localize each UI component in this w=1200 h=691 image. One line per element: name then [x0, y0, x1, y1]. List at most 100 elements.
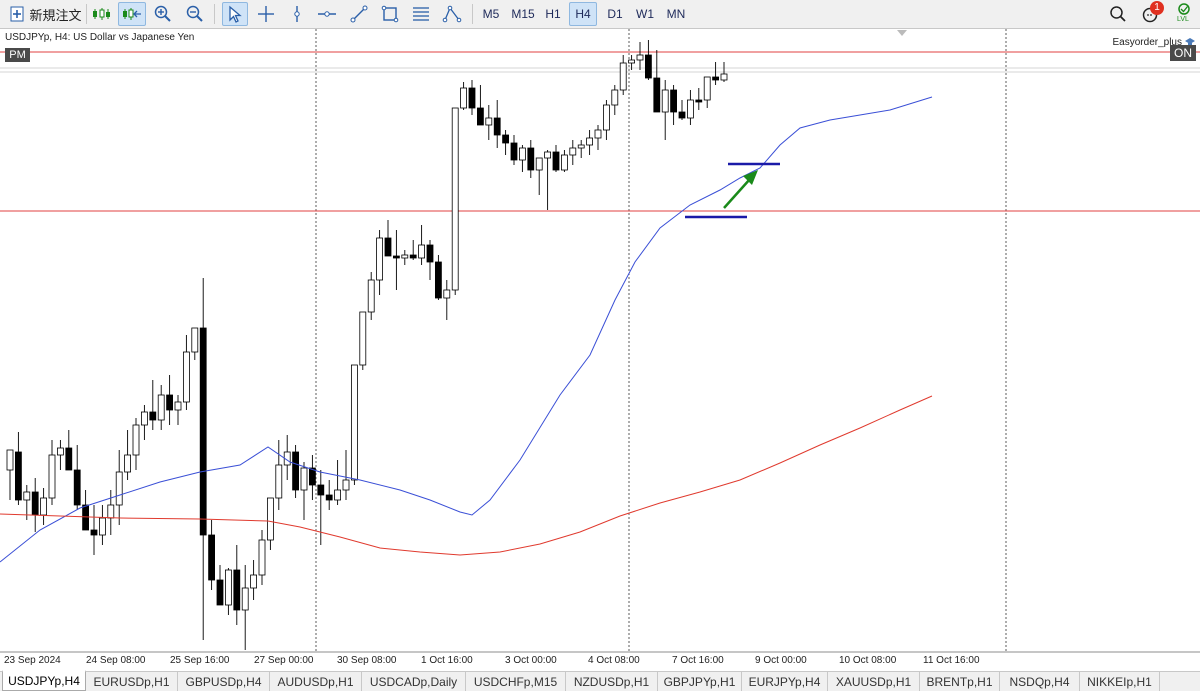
search-button[interactable]	[1107, 2, 1129, 26]
chart-tab-brentp-h1[interactable]: BRENTp,H1	[920, 672, 1000, 691]
bullish-candle	[720, 73, 728, 81]
timeframe-w1-button[interactable]: W1	[632, 2, 658, 26]
date-axis-label: 30 Sep 08:00	[337, 655, 397, 666]
timeframe-label: M15	[511, 7, 535, 21]
chart-tab-eurusdp-h1[interactable]: EURUSDp,H1	[86, 672, 178, 691]
chart-tab-usdjpyp-h4[interactable]: USDJPYp,H4	[2, 670, 86, 691]
bullish-candle	[418, 244, 426, 259]
new-order-button[interactable]: 新規注文	[8, 2, 84, 26]
bullish-candle	[703, 76, 711, 101]
moving-average-slow	[0, 395, 933, 556]
shapes-icon	[442, 5, 462, 23]
chart-tab-xauusdp-h1[interactable]: XAUUSDp,H1	[828, 672, 920, 691]
bullish-candle	[342, 479, 350, 491]
cursor-tool-button[interactable]	[222, 2, 248, 26]
bearish-candle	[82, 504, 89, 531]
toolbar: 新規注文 M5 M15 H1 H4 D1 W1 MN 1 LVL	[0, 0, 1200, 29]
bearish-candle	[670, 89, 677, 113]
date-axis-label: 24 Sep 08:00	[86, 655, 146, 666]
bearish-candle	[502, 134, 510, 144]
chart-tab-nzdusdp-h1[interactable]: NZDUSDp,H1	[566, 672, 658, 691]
autotrading-button[interactable]	[90, 2, 114, 26]
timeframe-label: D1	[607, 7, 623, 21]
bearish-candle	[73, 469, 81, 506]
bearish-candle	[14, 451, 22, 501]
level-button[interactable]: LVL	[1172, 2, 1196, 26]
search-icon	[1110, 6, 1126, 22]
bullish-candle	[544, 151, 551, 159]
timeframe-d1-button[interactable]: D1	[602, 2, 628, 26]
bullish-candle	[124, 454, 131, 473]
bullish-candle	[191, 327, 199, 353]
bearish-candle	[325, 494, 333, 501]
chart-tab-nsdqp-h4[interactable]: NSDQp,H4	[1000, 672, 1080, 691]
fibonacci-icon	[413, 7, 429, 21]
timeframe-m5-button[interactable]: M5	[478, 2, 504, 26]
chart-shift-button[interactable]	[118, 2, 146, 26]
horizontal-line-tool-button[interactable]	[316, 2, 338, 26]
bearish-candle	[166, 394, 174, 411]
chart-tab-usdcadp-daily[interactable]: USDCADp,Daily	[362, 672, 466, 691]
chart-canvas[interactable]	[0, 29, 1200, 671]
crosshair-tool-button[interactable]	[255, 2, 277, 26]
chart-tab-usdchfp-m15[interactable]: USDCHFp,M15	[466, 672, 566, 691]
bearish-candle	[527, 147, 535, 171]
zoom-in-button[interactable]	[152, 2, 174, 26]
timeframe-mn-button[interactable]: MN	[662, 2, 690, 26]
timeframe-h1-button[interactable]: H1	[541, 2, 565, 26]
bullish-candle	[451, 107, 459, 291]
bullish-candle	[182, 351, 190, 403]
bullish-candle	[603, 104, 610, 131]
bearish-candle	[149, 411, 157, 421]
date-axis-label: 1 Oct 16:00	[421, 655, 473, 666]
chart-tab-eurjpyp-h4[interactable]: EURJPYp,H4	[742, 672, 828, 691]
bearish-candle	[317, 484, 325, 496]
bearish-candle	[434, 261, 442, 299]
new-order-label: 新規注文	[29, 7, 82, 23]
timeframe-m15-button[interactable]: M15	[508, 2, 538, 26]
bullish-candle	[250, 574, 258, 589]
zoom-out-button[interactable]	[184, 2, 206, 26]
bullish-candle	[519, 147, 526, 161]
bullish-candle	[132, 424, 140, 456]
bearish-candle	[392, 255, 400, 259]
chart-tabs-bar: USDJPYp,H4 EURUSDp,H1 GBPUSDp,H4 AUDUSDp…	[0, 670, 1200, 691]
chart-tab-gbpjpyp-h1[interactable]: GBPJPYp,H1	[658, 672, 742, 691]
date-axis-label: 23 Sep 2024	[4, 655, 61, 666]
bullish-candle	[140, 411, 148, 426]
bearish-candle	[493, 117, 501, 136]
bullish-candle	[115, 471, 123, 506]
trendline-tool-button[interactable]	[348, 2, 370, 26]
chart-tab-gbpusdp-h4[interactable]: GBPUSDp,H4	[178, 672, 270, 691]
bullish-candle	[586, 137, 593, 146]
bullish-candle	[241, 587, 249, 611]
bearish-candle	[653, 77, 661, 113]
bullish-candle	[569, 147, 577, 156]
rectangle-tool-button[interactable]	[379, 2, 401, 26]
timeframe-h4-button[interactable]: H4	[569, 2, 597, 26]
timeframe-label: MN	[666, 7, 686, 21]
bullish-candle	[485, 117, 493, 126]
price-chart[interactable]	[0, 29, 1200, 671]
bearish-candle	[552, 151, 560, 171]
fibonacci-tool-button[interactable]	[410, 2, 432, 26]
bullish-candle	[460, 87, 468, 109]
chart-tab-audusdp-h1[interactable]: AUDUSDp,H1	[270, 672, 362, 691]
bullish-candle	[628, 59, 635, 64]
bullish-candle	[376, 237, 384, 281]
vertical-line-tool-button[interactable]	[286, 2, 308, 26]
date-axis-label: 10 Oct 08:00	[839, 655, 897, 666]
expert-advisor-status-badge[interactable]: ON	[1170, 45, 1196, 61]
bearish-candle	[476, 107, 484, 126]
bearish-candle	[645, 54, 652, 79]
shapes-tool-button[interactable]	[441, 2, 463, 26]
bullish-candle	[275, 464, 283, 499]
rectangle-icon	[381, 5, 399, 23]
bullish-candle	[40, 497, 47, 516]
chart-tab-nikkeip-h1[interactable]: NIKKEIp,H1	[1080, 672, 1160, 691]
timeframe-label: H1	[545, 7, 561, 21]
date-axis-label: 4 Oct 08:00	[588, 655, 640, 666]
bullish-candle	[636, 54, 644, 61]
notifications-button[interactable]: 1	[1138, 1, 1166, 26]
moving-average-fast	[0, 96, 933, 563]
